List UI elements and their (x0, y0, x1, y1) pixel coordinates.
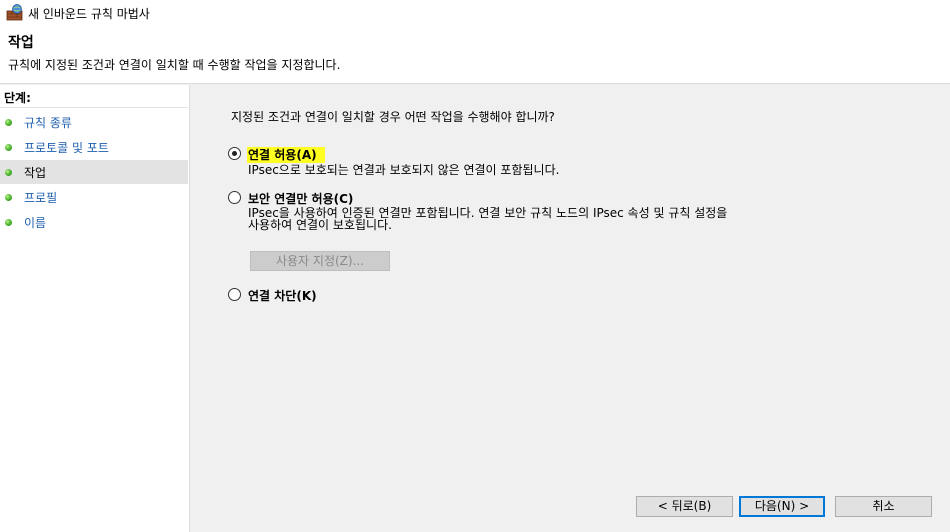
allow-secure-radio[interactable] (228, 191, 241, 204)
allow-connection-radio[interactable] (228, 147, 241, 160)
block-connection-radio[interactable] (228, 288, 241, 301)
sidebar-item-label: 작업 (24, 166, 47, 180)
allow-connection-text: 연결 허용(A) (247, 147, 325, 163)
status-dot-icon (5, 144, 12, 151)
sidebar-item-label: 이름 (24, 216, 47, 230)
status-dot-icon (5, 194, 12, 201)
steps-divider (0, 107, 188, 108)
sidebar-item-label: 프로필 (24, 191, 58, 205)
status-dot-icon (5, 119, 12, 126)
block-connection-label[interactable]: 연결 차단(K) (248, 287, 317, 304)
next-button[interactable]: 다음(N) > (739, 496, 825, 517)
window-title: 새 인바운드 규칙 마법사 (28, 7, 150, 21)
sidebar-item-name[interactable]: 이름 (0, 210, 188, 234)
sidebar-item-label: 규칙 종류 (24, 116, 72, 130)
sidebar-item-rule-type[interactable]: 규칙 종류 (0, 110, 188, 134)
page-description: 규칙에 지정된 조건과 연결이 일치할 때 수행할 작업을 지정합니다. (8, 58, 341, 72)
customize-button[interactable]: 사용자 지정(Z)... (250, 251, 390, 271)
cancel-button[interactable]: 취소 (835, 496, 932, 517)
steps-sidebar: 단계: 규칙 종류 프로토콜 및 포트 작업 프로필 이름 (0, 85, 190, 532)
allow-secure-description-line2: 사용하여 연결이 보호됩니다. (248, 218, 392, 232)
status-dot-icon (5, 169, 12, 176)
sidebar-item-protocol-port[interactable]: 프로토콜 및 포트 (0, 135, 188, 159)
back-button[interactable]: < 뒤로(B) (636, 496, 733, 517)
status-dot-icon (5, 219, 12, 226)
action-question: 지정된 조건과 연결이 일치할 경우 어떤 작업을 수행해야 합니까? (231, 110, 555, 124)
title-bar: 새 인바운드 규칙 마법사 (0, 0, 950, 26)
page-header: 작업 규칙에 지정된 조건과 연결이 일치할 때 수행할 작업을 지정합니다. (0, 26, 950, 84)
sidebar-item-action[interactable]: 작업 (0, 160, 188, 184)
allow-connection-label[interactable]: 연결 허용(A) (247, 146, 325, 163)
allow-connection-description: IPsec으로 보호되는 연결과 보호되지 않은 연결이 포함됩니다. (248, 163, 560, 177)
allow-secure-label[interactable]: 보안 연결만 허용(C) (248, 190, 353, 207)
sidebar-item-profile[interactable]: 프로필 (0, 185, 188, 209)
steps-heading: 단계: (4, 91, 31, 105)
page-title: 작업 (8, 35, 34, 51)
firewall-icon (6, 4, 23, 21)
wizard-content: 지정된 조건과 연결이 일치할 경우 어떤 작업을 수행해야 합니까? 연결 허… (191, 85, 950, 532)
sidebar-item-label: 프로토콜 및 포트 (24, 141, 109, 155)
